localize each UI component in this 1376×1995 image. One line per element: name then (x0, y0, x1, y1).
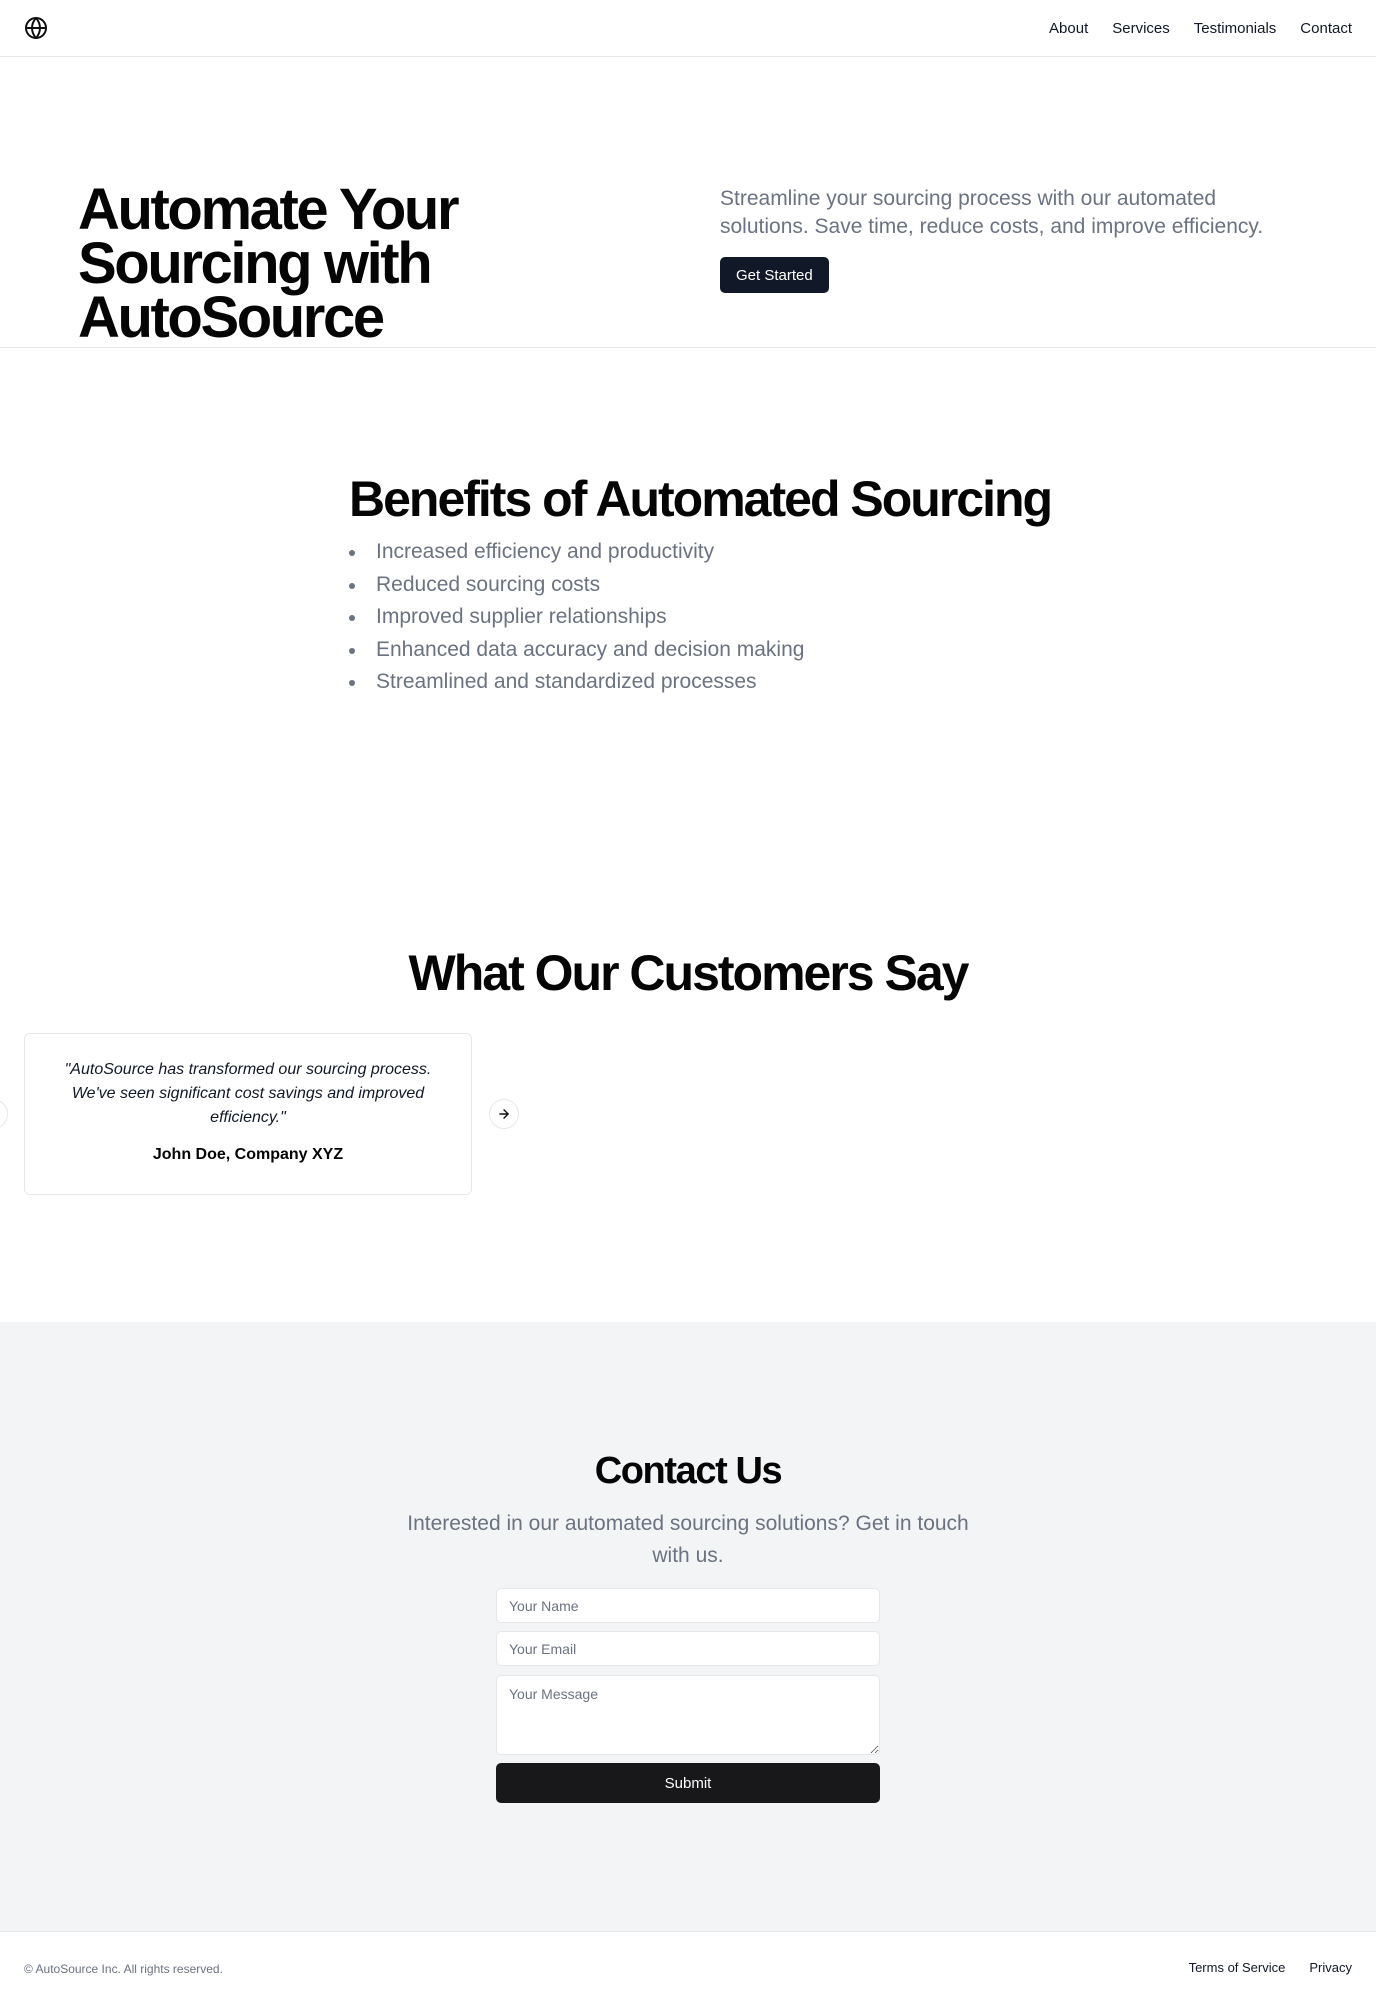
main-nav: About Services Testimonials Contact (1049, 0, 1352, 56)
testimonial-quote: "AutoSource has transformed our sourcing… (64, 1061, 432, 1126)
terms-link[interactable]: Terms of Service (1189, 1960, 1286, 1975)
carousel-next-button[interactable] (489, 1099, 519, 1129)
site-header: About Services Testimonials Contact (0, 0, 1376, 57)
benefits-list: Increased efficiency and productivity Re… (349, 536, 804, 699)
nav-link-testimonials[interactable]: Testimonials (1194, 20, 1277, 37)
nav-link-about[interactable]: About (1049, 20, 1088, 37)
testimonial-author: John Doe, Company XYZ (152, 1146, 344, 1163)
testimonials-title: What Our Customers Say (408, 945, 970, 1001)
list-item: Streamlined and standardized processes (349, 666, 804, 699)
footer-links: Terms of Service Privacy (1189, 1960, 1352, 1975)
nav-link-contact[interactable]: Contact (1300, 20, 1352, 37)
contact-section: Contact Us Interested in our automated s… (0, 1322, 1376, 1931)
email-input[interactable] (496, 1631, 880, 1666)
list-item: Improved supplier relationships (349, 601, 804, 634)
hero-title: Automate Your Sourcing with AutoSource (78, 177, 460, 350)
get-started-button[interactable]: Get Started (720, 257, 829, 293)
contact-description: Interested in our automated sourcing sol… (407, 1512, 969, 1567)
message-textarea[interactable] (496, 1675, 880, 1755)
site-footer: © AutoSource Inc. All rights reserved. T… (0, 1931, 1376, 1995)
privacy-link[interactable]: Privacy (1309, 1960, 1352, 1975)
list-item: Reduced sourcing costs (349, 569, 804, 602)
globe-icon[interactable] (24, 16, 48, 40)
copyright-text: © AutoSource Inc. All rights reserved. (24, 1962, 223, 1976)
name-input[interactable] (496, 1588, 880, 1623)
benefits-title: Benefits of Automated Sourcing (349, 471, 1053, 527)
testimonial-card: "AutoSource has transformed our sourcing… (24, 1033, 472, 1195)
nav-link-services[interactable]: Services (1112, 20, 1170, 37)
contact-title: Contact Us (594, 1450, 783, 1492)
arrow-right-icon (499, 1109, 509, 1119)
hero-description: Streamline your sourcing process with ou… (720, 187, 1264, 238)
hero-section: Automate Your Sourcing with AutoSource S… (0, 57, 1376, 348)
list-item: Enhanced data accuracy and decision maki… (349, 634, 804, 667)
list-item: Increased efficiency and productivity (349, 536, 804, 569)
submit-button[interactable]: Submit (496, 1763, 880, 1803)
carousel-prev-button[interactable] (0, 1099, 8, 1129)
